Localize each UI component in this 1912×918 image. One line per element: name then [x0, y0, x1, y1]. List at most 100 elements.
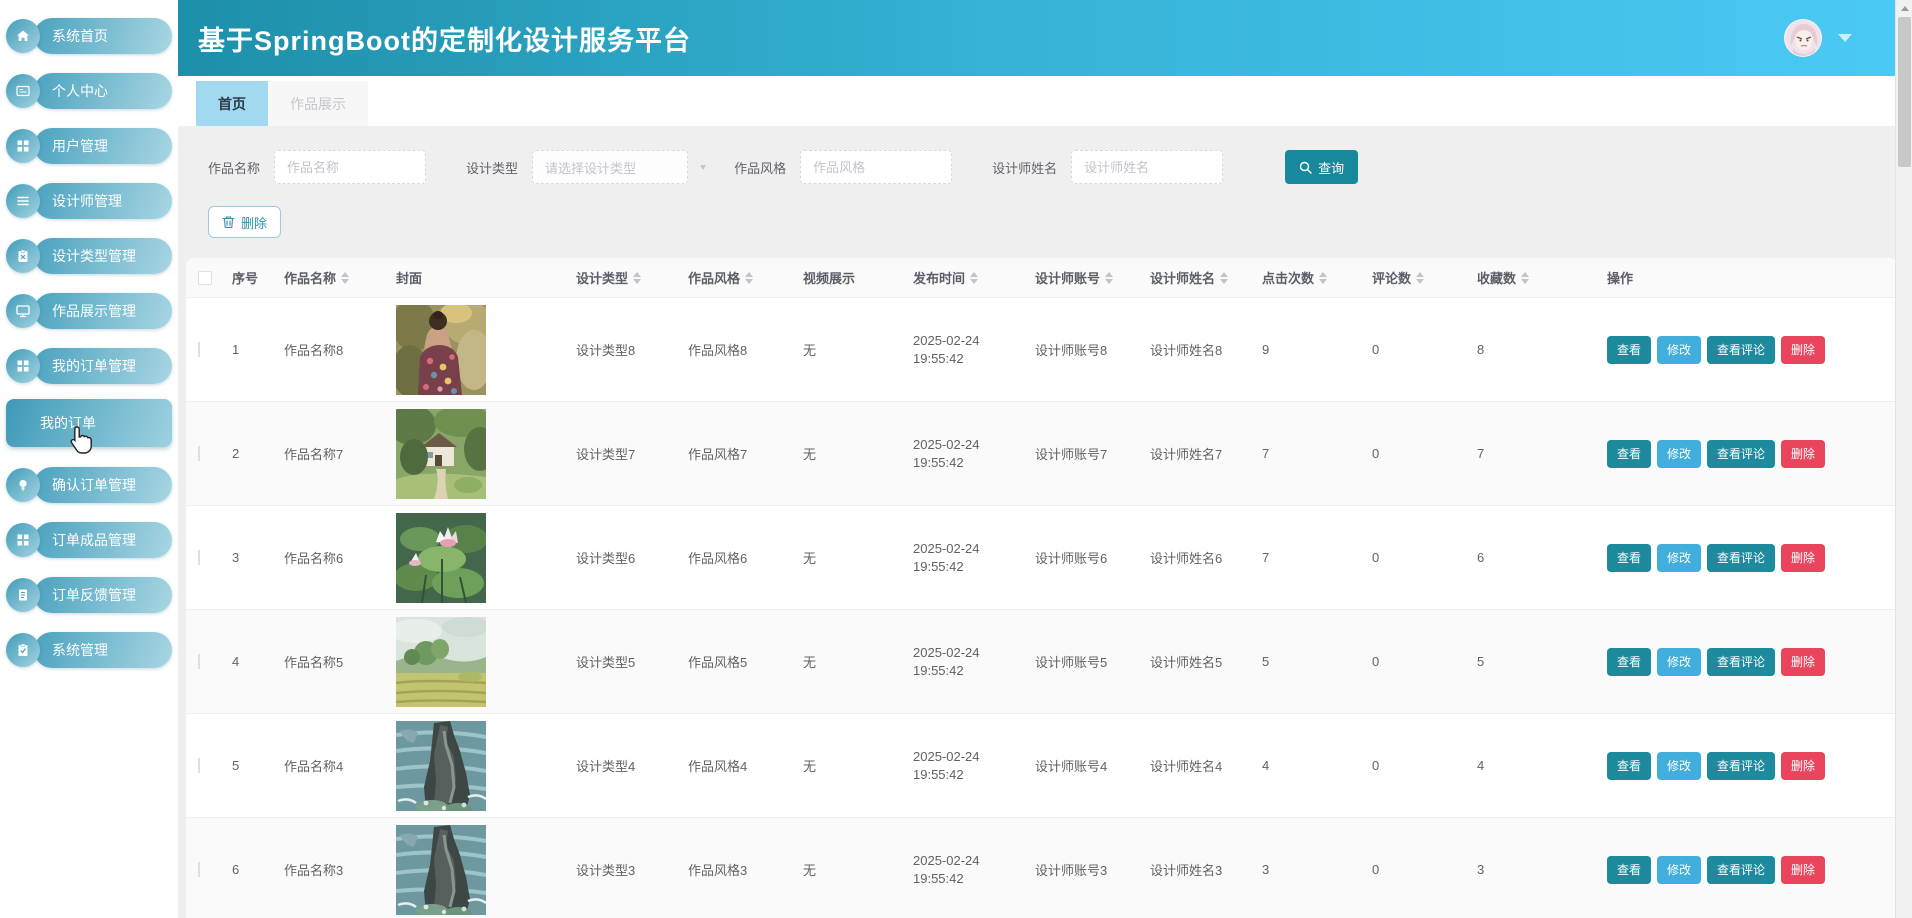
cell-design-type: 设计类型5	[564, 652, 676, 671]
column-header-设计师账号[interactable]: 设计师账号	[1023, 268, 1138, 287]
sidebar-item-6[interactable]: 作品展示管理	[6, 293, 172, 329]
mouse-cursor-icon	[68, 425, 94, 455]
row-action-view-button[interactable]: 查看	[1607, 648, 1651, 676]
select-all-checkbox[interactable]	[198, 271, 212, 285]
filter-label: 设计师姓名	[992, 158, 1057, 177]
query-button[interactable]: 查询	[1285, 150, 1358, 184]
row-checkbox[interactable]	[198, 342, 200, 357]
row-action-edit-button[interactable]: 修改	[1657, 544, 1701, 572]
grid-icon	[16, 139, 30, 153]
sort-control[interactable]	[970, 272, 978, 284]
filter-input-作品风格[interactable]	[800, 150, 952, 184]
sidebar-item-1[interactable]: 系统首页	[6, 18, 172, 54]
row-action-view-button[interactable]: 查看	[1607, 856, 1651, 884]
sidebar-item-9[interactable]: 订单成品管理	[6, 522, 172, 558]
cell-clicks: 4	[1250, 758, 1360, 773]
sidebar-item-label: 个人中心	[34, 73, 172, 109]
row-action-comment-button[interactable]: 查看评论	[1707, 336, 1775, 364]
sort-control[interactable]	[1521, 272, 1529, 284]
design-type-select[interactable]: 请选择设计类型 ▾	[532, 150, 706, 184]
cell-favorites: 6	[1465, 550, 1595, 565]
grid-icon	[6, 523, 40, 557]
painting-figure-shawl[interactable]	[396, 305, 486, 395]
row-checkbox[interactable]	[198, 446, 200, 461]
row-checkbox[interactable]	[198, 550, 200, 565]
painting-sea-rocks[interactable]	[396, 721, 486, 811]
row-action-edit-button[interactable]: 修改	[1657, 648, 1701, 676]
filter-input-作品名称[interactable]	[274, 150, 426, 184]
column-header-设计师姓名[interactable]: 设计师姓名	[1138, 268, 1250, 287]
select-placeholder[interactable]: 请选择设计类型	[532, 150, 688, 184]
painting-cottage[interactable]	[396, 409, 486, 499]
sidebar-item-4[interactable]: 设计师管理	[6, 183, 172, 219]
column-header-评论数[interactable]: 评论数	[1360, 268, 1465, 287]
sort-control[interactable]	[633, 272, 641, 284]
cell-publish-time: 2025-02-24 19:55:42	[901, 332, 1023, 368]
row-action-view-button[interactable]: 查看	[1607, 336, 1651, 364]
sidebar-item-8[interactable]: 确认订单管理	[6, 467, 172, 503]
row-action-delete-button[interactable]: 删除	[1781, 648, 1825, 676]
cell-comments: 0	[1360, 654, 1465, 669]
row-checkbox[interactable]	[198, 862, 200, 877]
row-action-edit-button[interactable]: 修改	[1657, 856, 1701, 884]
row-action-comment-button[interactable]: 查看评论	[1707, 440, 1775, 468]
row-action-view-button[interactable]: 查看	[1607, 440, 1651, 468]
sidebar-item-7[interactable]: 我的订单管理	[6, 348, 172, 384]
sidebar-item-10[interactable]: 订单反馈管理	[6, 577, 172, 613]
sidebar-item-5[interactable]: 设计类型管理	[6, 238, 172, 274]
row-action-comment-button[interactable]: 查看评论	[1707, 648, 1775, 676]
vertical-scrollbar[interactable]	[1895, 0, 1912, 918]
sort-control[interactable]	[1416, 272, 1424, 284]
column-header-设计类型[interactable]: 设计类型	[564, 268, 676, 287]
cell-video: 无	[791, 860, 901, 879]
sort-control[interactable]	[341, 272, 349, 284]
home-icon	[6, 19, 40, 53]
cell-favorites: 5	[1465, 654, 1595, 669]
painting-lotus[interactable]	[396, 513, 486, 603]
scrollbar-up-arrow[interactable]	[1896, 0, 1912, 17]
column-header-收藏数[interactable]: 收藏数	[1465, 268, 1595, 287]
sidebar-item-3[interactable]: 用户管理	[6, 128, 172, 164]
sort-control[interactable]	[1319, 272, 1327, 284]
chevron-down-icon[interactable]: ▾	[700, 161, 706, 172]
column-header-发布时间[interactable]: 发布时间	[901, 268, 1023, 287]
tab-作品展示[interactable]: 作品展示	[268, 81, 368, 126]
sidebar: 系统首页个人中心用户管理设计师管理设计类型管理作品展示管理我的订单管理我的订单 …	[0, 0, 178, 918]
row-checkbox[interactable]	[198, 758, 200, 773]
filter-input-设计师姓名[interactable]	[1071, 150, 1223, 184]
sidebar-subitem-我的订单[interactable]: 我的订单	[6, 399, 172, 447]
row-action-delete-button[interactable]: 删除	[1781, 544, 1825, 572]
sidebar-item-2[interactable]: 个人中心	[6, 73, 172, 109]
batch-delete-button[interactable]: 删除	[208, 206, 281, 238]
avatar[interactable]	[1784, 19, 1822, 57]
cell-design-type: 设计类型8	[564, 340, 676, 359]
list-icon	[6, 184, 40, 218]
row-action-comment-button[interactable]: 查看评论	[1707, 856, 1775, 884]
row-action-view-button[interactable]: 查看	[1607, 544, 1651, 572]
column-header-作品风格[interactable]: 作品风格	[676, 268, 791, 287]
user-menu[interactable]	[1784, 19, 1852, 57]
row-action-edit-button[interactable]: 修改	[1657, 336, 1701, 364]
chevron-down-icon[interactable]	[1838, 34, 1852, 42]
row-action-delete-button[interactable]: 删除	[1781, 856, 1825, 884]
sort-control[interactable]	[1220, 272, 1228, 284]
tab-首页[interactable]: 首页	[196, 81, 268, 126]
painting-meadow[interactable]	[396, 617, 486, 707]
painting-sea-rocks[interactable]	[396, 825, 486, 915]
row-action-comment-button[interactable]: 查看评论	[1707, 752, 1775, 780]
column-header-点击次数[interactable]: 点击次数	[1250, 268, 1360, 287]
row-action-view-button[interactable]: 查看	[1607, 752, 1651, 780]
row-action-delete-button[interactable]: 删除	[1781, 752, 1825, 780]
scrollbar-thumb[interactable]	[1898, 17, 1911, 167]
sidebar-item-11[interactable]: 系统管理	[6, 632, 172, 668]
row-action-delete-button[interactable]: 删除	[1781, 440, 1825, 468]
sort-control[interactable]	[1105, 272, 1113, 284]
row-action-delete-button[interactable]: 删除	[1781, 336, 1825, 364]
cell-designer-account: 设计师账号3	[1023, 860, 1138, 879]
sort-control[interactable]	[745, 272, 753, 284]
row-action-comment-button[interactable]: 查看评论	[1707, 544, 1775, 572]
row-checkbox[interactable]	[198, 654, 200, 669]
row-action-edit-button[interactable]: 修改	[1657, 440, 1701, 468]
column-header-作品名称[interactable]: 作品名称	[272, 268, 384, 287]
row-action-edit-button[interactable]: 修改	[1657, 752, 1701, 780]
